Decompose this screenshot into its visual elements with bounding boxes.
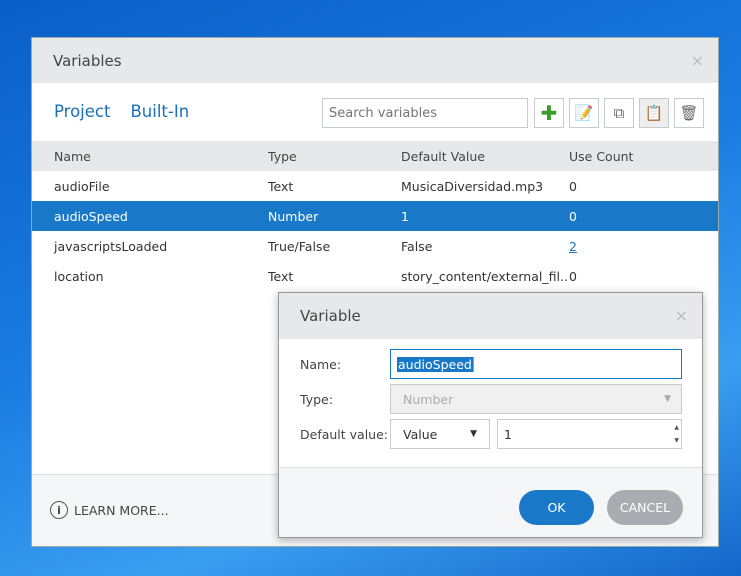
type-value: Number bbox=[403, 391, 454, 407]
cell-count: 0 bbox=[569, 268, 577, 284]
cell-default: story_content/external_fil... bbox=[401, 268, 569, 284]
default-mode-value: Value bbox=[403, 426, 438, 442]
variable-dialog: Variable × Name: audioSpeed Type: Number… bbox=[278, 292, 703, 538]
copy-button[interactable]: ⧉ bbox=[604, 98, 634, 128]
chevron-down-icon: ▼ bbox=[470, 429, 477, 439]
cell-type: True/False bbox=[268, 238, 331, 254]
trash-icon: 🗑 bbox=[679, 104, 699, 122]
name-value: audioSpeed bbox=[397, 356, 474, 372]
chevron-down-icon: ▼ bbox=[664, 394, 671, 404]
learn-more-label: LEARN MORE... bbox=[74, 502, 169, 518]
name-field[interactable]: audioSpeed bbox=[390, 349, 682, 379]
table-row[interactable]: audioFile Text MusicaDiversidad.mp3 0 bbox=[32, 171, 718, 201]
delete-button[interactable]: 🗑 bbox=[674, 98, 704, 128]
cell-count: 0 bbox=[569, 178, 577, 194]
default-mode-select[interactable]: Value ▼ bbox=[390, 419, 490, 449]
col-name[interactable]: Name bbox=[32, 149, 268, 164]
search-input[interactable] bbox=[322, 98, 528, 128]
col-use-count[interactable]: Use Count bbox=[569, 149, 669, 164]
paste-icon: 📋 bbox=[644, 104, 664, 122]
cell-name: audioSpeed bbox=[54, 208, 128, 224]
name-label: Name: bbox=[300, 357, 342, 372]
default-value-stepper[interactable]: 1 ▲ ▼ bbox=[497, 419, 682, 449]
cell-type: Text bbox=[268, 268, 294, 284]
dialog-header: Variable × bbox=[279, 293, 702, 339]
cell-type: Number bbox=[268, 208, 319, 224]
table-row[interactable]: location Text story_content/external_fil..… bbox=[32, 261, 718, 291]
cell-default: MusicaDiversidad.mp3 bbox=[401, 178, 544, 194]
close-icon[interactable]: × bbox=[691, 51, 704, 70]
default-value: 1 bbox=[504, 426, 512, 442]
table-header: Name Type Default Value Use Count bbox=[32, 141, 718, 171]
dialog-title: Variable bbox=[300, 307, 361, 325]
edit-button[interactable]: 📝 bbox=[569, 98, 599, 128]
info-icon: i bbox=[50, 501, 68, 519]
table-row[interactable]: audioSpeed Number 1 0 bbox=[32, 201, 718, 231]
tab-built-in[interactable]: Built-In bbox=[130, 102, 189, 121]
tab-project[interactable]: Project bbox=[54, 102, 110, 121]
close-icon[interactable]: × bbox=[675, 306, 688, 325]
window-header: Variables × bbox=[32, 38, 718, 83]
variables-table: Name Type Default Value Use Count audioF… bbox=[32, 141, 718, 291]
window-title: Variables bbox=[53, 51, 122, 70]
table-row[interactable]: javascriptsLoaded True/False False 2 bbox=[32, 231, 718, 261]
cell-name: javascriptsLoaded bbox=[54, 238, 168, 254]
cell-count: 0 bbox=[569, 208, 577, 224]
type-label: Type: bbox=[300, 392, 333, 407]
cell-default: False bbox=[401, 238, 433, 254]
learn-more-link[interactable]: i LEARN MORE... bbox=[50, 501, 169, 519]
col-default[interactable]: Default Value bbox=[401, 149, 569, 164]
edit-icon: 📝 bbox=[574, 104, 594, 122]
cell-default: 1 bbox=[401, 208, 409, 224]
cell-name: location bbox=[54, 268, 104, 284]
ok-button[interactable]: OK bbox=[519, 490, 594, 525]
cancel-button[interactable]: CANCEL bbox=[607, 490, 683, 525]
cell-name: audioFile bbox=[54, 178, 110, 194]
spinner-arrows-icon[interactable]: ▲ ▼ bbox=[674, 421, 679, 447]
col-type[interactable]: Type bbox=[268, 149, 401, 164]
add-button[interactable]: ✚ bbox=[534, 98, 564, 128]
add-icon: ✚ bbox=[540, 101, 558, 125]
use-count-link[interactable]: 2 bbox=[569, 239, 577, 254]
default-label: Default value: bbox=[300, 427, 389, 442]
dialog-footer: OK CANCEL bbox=[279, 467, 702, 537]
paste-button[interactable]: 📋 bbox=[639, 98, 669, 128]
copy-icon: ⧉ bbox=[613, 104, 625, 122]
type-select[interactable]: Number ▼ bbox=[390, 384, 682, 414]
cell-type: Text bbox=[268, 178, 294, 194]
